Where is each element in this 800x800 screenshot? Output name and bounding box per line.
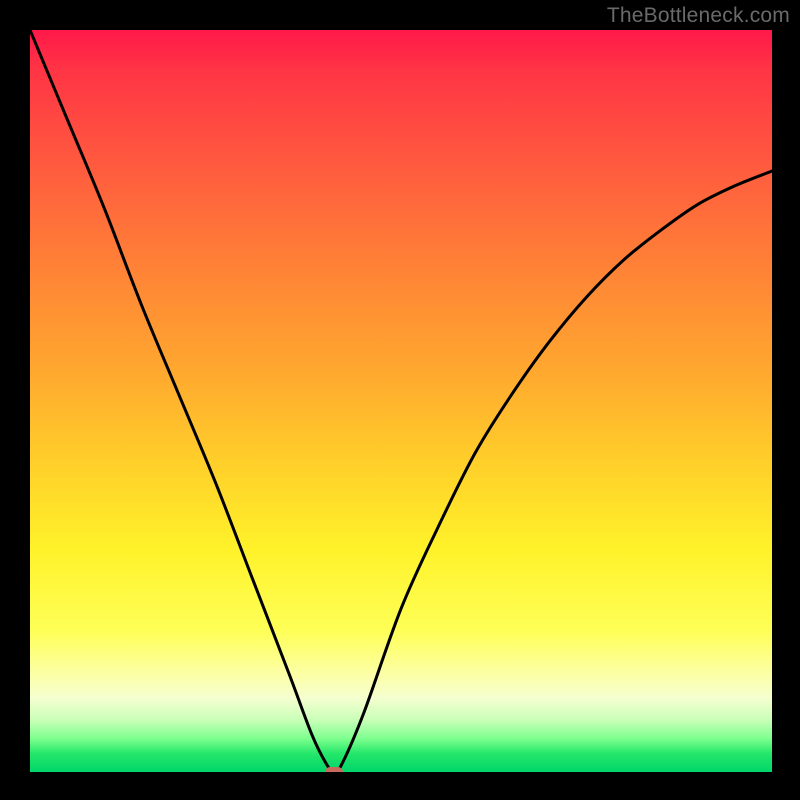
plot-area [30,30,772,772]
optimum-marker [325,767,343,772]
chart-frame: TheBottleneck.com [0,0,800,800]
bottleneck-curve [30,30,772,772]
watermark-text: TheBottleneck.com [607,4,790,28]
curve-layer [30,30,772,772]
